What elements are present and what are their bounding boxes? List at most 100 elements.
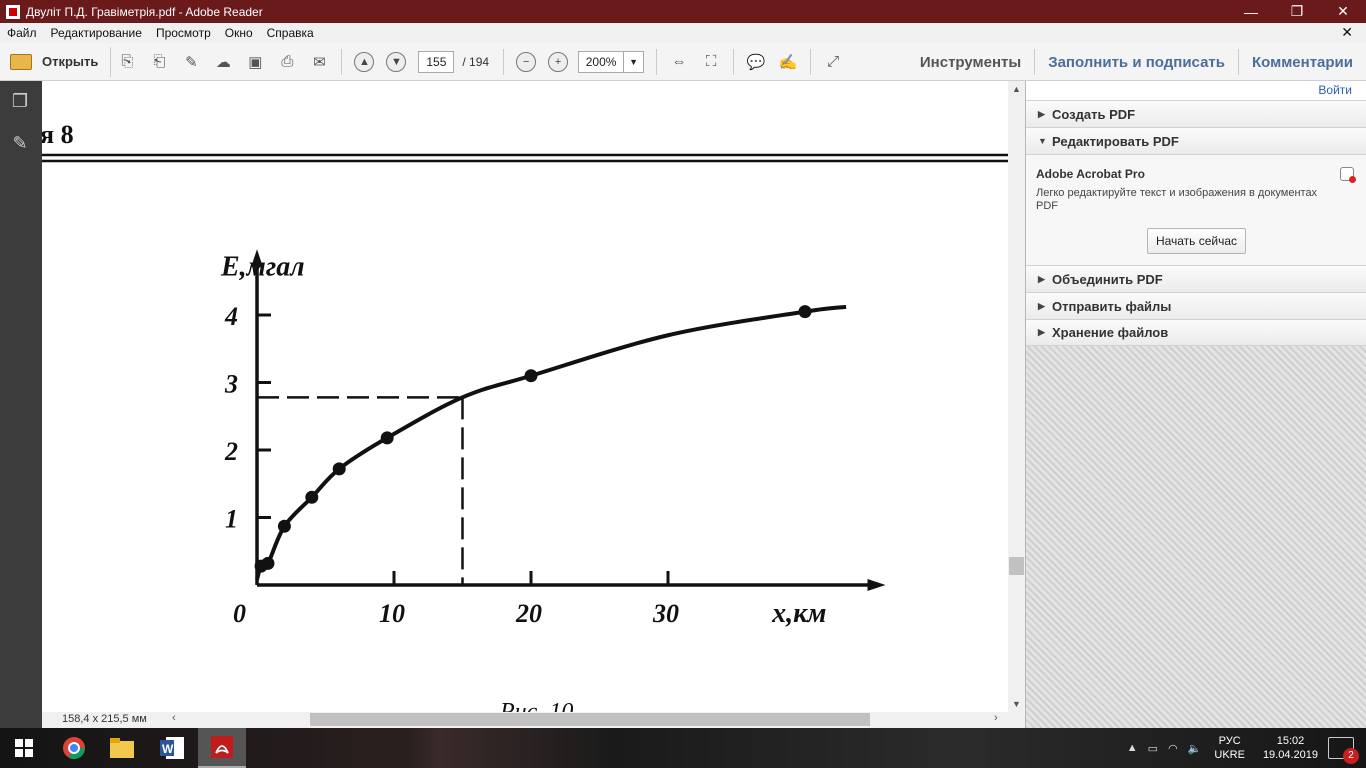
volume-icon[interactable]: 🔈 bbox=[1188, 742, 1202, 755]
chart: 10 20 30 1 2 3 4 0 x,км E,мгал bbox=[220, 249, 886, 629]
clock[interactable]: 15:02 19.04.2019 bbox=[1263, 734, 1318, 762]
section-label: Редактировать PDF bbox=[1052, 133, 1179, 149]
section-label: Хранение файлов bbox=[1052, 325, 1169, 340]
menu-view[interactable]: Просмотр bbox=[149, 26, 218, 40]
cloud-upload-icon[interactable]: ☁ bbox=[212, 51, 234, 73]
close-document-button[interactable]: ✕ bbox=[1334, 24, 1360, 41]
edit-pdf-icon[interactable]: ✎ bbox=[180, 51, 202, 73]
data-curve bbox=[255, 304, 847, 581]
toolbar-separator bbox=[810, 48, 812, 75]
signin-link[interactable]: Войти bbox=[1318, 83, 1352, 97]
document-page: я 8 10 20 30 1 2 3 4 0 x,км E,мгал Рис. 10 bbox=[42, 120, 1008, 712]
comment-icon[interactable]: 💬 bbox=[745, 51, 767, 73]
attachments-icon[interactable]: ✎ bbox=[10, 133, 30, 155]
window-controls: — ❐ ✕ bbox=[1228, 0, 1366, 23]
scroll-up-icon[interactable]: ▲ bbox=[1008, 81, 1025, 97]
section-send-files[interactable]: ▶ Отправить файлы bbox=[1026, 292, 1366, 319]
expand-arrow-icon: ▶ bbox=[1038, 300, 1045, 311]
adobe-reader-icon bbox=[6, 4, 20, 19]
create-pdf-icon[interactable]: ⎘ bbox=[116, 51, 138, 73]
vertical-scrollbar[interactable]: ▲ ▼ bbox=[1008, 81, 1025, 712]
print-icon[interactable]: ⎙ bbox=[276, 51, 298, 73]
highlight-icon[interactable]: ✍ bbox=[777, 51, 799, 73]
language-code: РУС bbox=[1218, 735, 1241, 747]
page-thumbnails-icon[interactable]: ❐ bbox=[10, 91, 30, 113]
start-button[interactable] bbox=[0, 728, 48, 768]
tools-panel: Войти ▶ Создать PDF ▼ Редактировать PDF Ad… bbox=[1025, 81, 1366, 728]
data-point bbox=[305, 490, 319, 504]
export-pdf-icon[interactable]: ⎗ bbox=[148, 51, 170, 73]
menu-bar: Файл Редактирование Просмотр Окно Справк… bbox=[0, 23, 1366, 43]
chrome-taskbar-button[interactable] bbox=[50, 728, 98, 768]
battery-icon[interactable]: ▭ bbox=[1148, 742, 1158, 755]
x-tick-label: 10 bbox=[379, 599, 405, 628]
section-create-pdf[interactable]: ▶ Создать PDF bbox=[1026, 100, 1366, 127]
section-store-files[interactable]: ▶ Хранение файлов bbox=[1026, 319, 1366, 346]
open-label: Открыть bbox=[42, 54, 99, 69]
minimize-button[interactable]: — bbox=[1228, 0, 1274, 23]
acrobat-pro-icon bbox=[1340, 167, 1356, 183]
chrome-icon bbox=[63, 737, 85, 759]
vertical-scroll-thumb[interactable] bbox=[1009, 557, 1024, 575]
fullscreen-icon[interactable]: ⤢ bbox=[822, 51, 844, 73]
origin-label: 0 bbox=[233, 599, 246, 628]
menu-help[interactable]: Справка bbox=[260, 26, 321, 40]
page-number-input[interactable]: 155 bbox=[418, 50, 455, 73]
edit-pdf-promo: Adobe Acrobat Pro Легко редактируйте тек… bbox=[1026, 154, 1366, 265]
file-explorer-taskbar-button[interactable] bbox=[98, 728, 146, 768]
section-edit-pdf[interactable]: ▼ Редактировать PDF bbox=[1026, 127, 1366, 154]
previous-page-icon[interactable]: ▲ bbox=[354, 51, 375, 72]
fill-sign-link[interactable]: Заполнить и подписать bbox=[1035, 54, 1238, 71]
start-now-button[interactable]: Начать сейчас bbox=[1147, 228, 1246, 254]
horizontal-scroll-thumb[interactable] bbox=[310, 713, 870, 726]
page-size-label: 158,4 x 215,5 мм bbox=[62, 713, 147, 725]
comments-link[interactable]: Комментарии bbox=[1239, 54, 1366, 71]
toolbar-separator bbox=[503, 48, 505, 75]
figure-caption-fragment: Рис. 10 bbox=[499, 699, 573, 712]
keyboard-layout: UKRE bbox=[1214, 749, 1245, 761]
fit-page-icon[interactable]: ⛶ bbox=[700, 51, 722, 73]
toolbar-separator bbox=[341, 48, 343, 75]
x-tick-label: 20 bbox=[515, 599, 542, 628]
toolbar-right-links: Инструменты Заполнить и подписать Коммен… bbox=[907, 43, 1366, 81]
folder-icon bbox=[10, 53, 32, 70]
action-center-button[interactable]: 2 bbox=[1328, 737, 1359, 764]
section-combine-pdf[interactable]: ▶ Объединить PDF bbox=[1026, 265, 1366, 292]
toolbar-separator bbox=[656, 48, 658, 75]
data-point bbox=[524, 369, 538, 383]
menu-file[interactable]: Файл bbox=[0, 26, 44, 40]
maximize-button[interactable]: ❐ bbox=[1274, 0, 1320, 23]
save-icon[interactable]: ▣ bbox=[244, 51, 266, 73]
scroll-left-icon[interactable]: ‹ bbox=[172, 712, 176, 724]
next-page-icon[interactable]: ▼ bbox=[386, 51, 407, 72]
section-label: Создать PDF bbox=[1052, 106, 1136, 122]
input-language-indicator[interactable]: РУС UKRE bbox=[1214, 734, 1245, 762]
toolbar: Открыть ⎘ ⎗ ✎ ☁ ▣ ⎙ ✉ ▲ ▼ 155 / 194 − + … bbox=[0, 43, 1366, 81]
email-icon[interactable]: ✉ bbox=[308, 51, 330, 73]
zoom-out-icon[interactable]: − bbox=[516, 51, 537, 72]
menu-window[interactable]: Окно bbox=[218, 26, 260, 40]
scroll-down-icon[interactable]: ▼ bbox=[1008, 696, 1025, 712]
show-hidden-icons-icon[interactable]: ▲ bbox=[1127, 742, 1138, 754]
close-button[interactable]: ✕ bbox=[1320, 0, 1366, 23]
tools-link[interactable]: Инструменты bbox=[907, 54, 1034, 71]
document-view[interactable]: я 8 10 20 30 1 2 3 4 0 x,км E,мгал Рис. 10 bbox=[42, 81, 1008, 712]
menu-edit[interactable]: Редактирование bbox=[44, 26, 149, 40]
word-taskbar-button[interactable]: W bbox=[148, 728, 196, 768]
wifi-icon[interactable]: ◠ bbox=[1168, 742, 1178, 755]
scroll-right-icon[interactable]: › bbox=[994, 712, 998, 724]
open-button[interactable]: Открыть bbox=[10, 46, 112, 77]
window-title: Двуліт П.Д. Гравіметрія.pdf - Adobe Read… bbox=[26, 4, 263, 19]
y-axis-label: E,мгал bbox=[220, 251, 305, 282]
fit-width-icon[interactable]: ⇔ bbox=[668, 51, 690, 73]
zoom-in-icon[interactable]: + bbox=[548, 51, 569, 72]
word-icon: W bbox=[160, 737, 184, 759]
adobe-reader-taskbar-button[interactable] bbox=[198, 728, 246, 768]
zoom-dropdown-icon[interactable]: ▼ bbox=[624, 50, 645, 73]
zoom-level-input[interactable]: 200% bbox=[578, 50, 625, 73]
section-label: Объединить PDF bbox=[1052, 271, 1163, 287]
clock-date: 19.04.2019 bbox=[1262, 749, 1318, 761]
x-axis-label: x,км bbox=[771, 598, 826, 629]
data-point bbox=[798, 305, 812, 319]
svg-text:W: W bbox=[162, 742, 174, 756]
